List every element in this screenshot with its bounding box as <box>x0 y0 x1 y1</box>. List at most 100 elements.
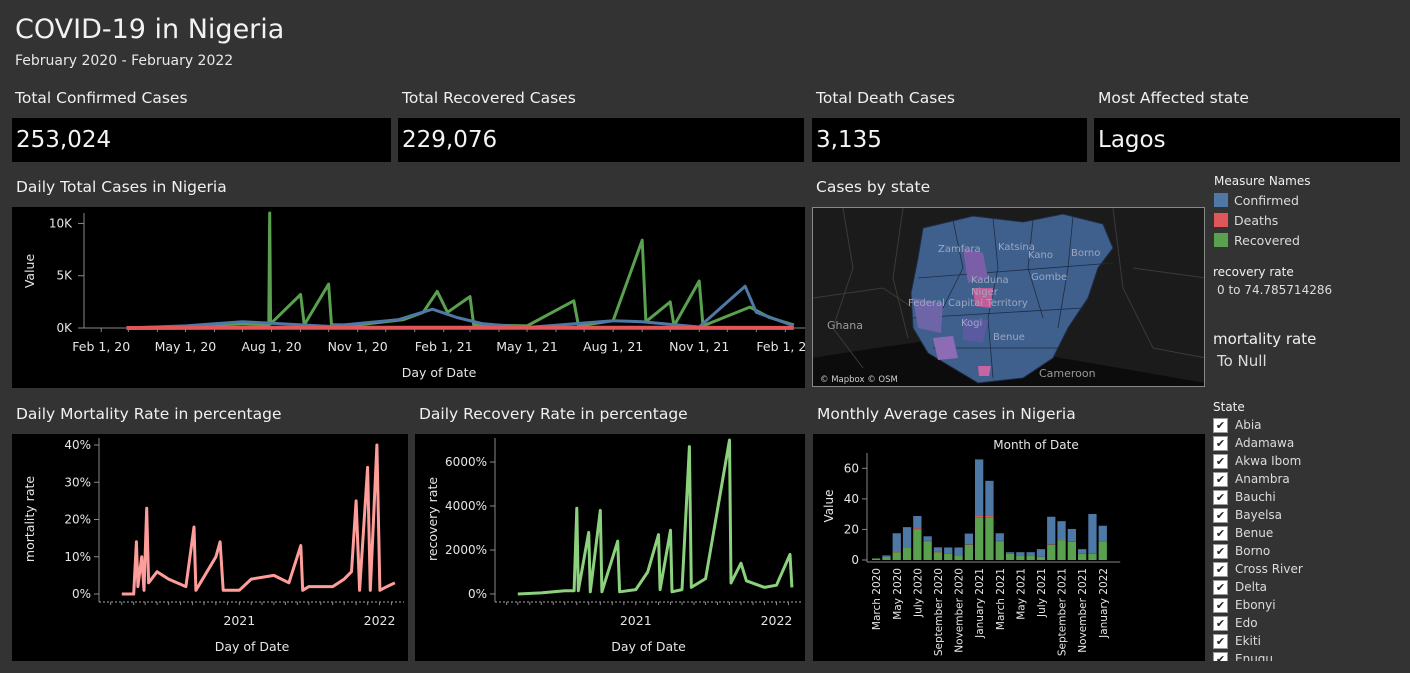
recovery-rate-range[interactable]: 0 to 74.785714286 <box>1217 283 1332 297</box>
daily-total-panel[interactable]: 0K 5K 10K Feb 1, 20 May 1, 20 Aug 1, 20 Nov 1,… <box>12 207 814 388</box>
bar-confirmed <box>902 527 912 548</box>
bar-confirmed <box>1026 552 1035 556</box>
x-tick-label: Feb 1, 20 <box>72 339 130 354</box>
state-filter-item[interactable]: ✔ Borno <box>1213 542 1403 560</box>
legend-item-confirmed[interactable]: Confirmed <box>1214 190 1404 210</box>
map-canvas[interactable]: Zamfara Katsina Kano Borno Gombe Kaduna … <box>813 208 1205 387</box>
x-tick-label: January 2021 <box>974 568 986 639</box>
state-filter-item[interactable]: ✔ Bayelsa <box>1213 506 1403 524</box>
checkbox-checked-icon[interactable]: ✔ <box>1213 489 1228 505</box>
x-tick-label: March 2021 <box>995 568 1007 630</box>
x-tick-label: Feb 1, 22 <box>756 339 805 354</box>
map-attribution[interactable]: © Mapbox © OSM <box>820 375 898 385</box>
bar-recovered <box>985 517 994 560</box>
bar-confirmed <box>892 533 901 552</box>
checkbox-checked-icon[interactable]: ✔ <box>1213 579 1228 595</box>
state-filter-item[interactable]: ✔ Cross River <box>1213 560 1403 578</box>
state-filter-label: Enugu <box>1235 652 1274 661</box>
y-tick-label: 4000% <box>445 499 487 513</box>
map-label: Kaduna <box>971 275 1009 286</box>
x-axis-title: Day of Date <box>611 639 686 654</box>
state-filter-label: Edo <box>1235 616 1258 630</box>
monthly-chart[interactable]: Month of Date Value 0 20 40 60 March 2020 May 2… <box>813 434 1205 661</box>
bar-recovered <box>1057 540 1066 560</box>
checkbox-checked-icon[interactable]: ✔ <box>1213 633 1228 649</box>
y-axis-title: mortality rate <box>22 476 37 562</box>
map-label: Borno <box>1071 248 1100 259</box>
kpi-most-affected-value[interactable]: Lagos <box>1094 118 1400 162</box>
map-label: Gombe <box>1031 272 1067 283</box>
legend-label: Recovered <box>1234 232 1300 248</box>
daily-total-chart[interactable]: 0K 5K 10K Feb 1, 20 May 1, 20 Aug 1, 20 Nov 1,… <box>12 207 814 388</box>
recovery-chart[interactable]: 0% 2000% 4000% 6000% 2021 2022 Day of Date reco… <box>415 434 805 661</box>
series-line <box>517 438 794 596</box>
legend-item-deaths[interactable]: Deaths <box>1214 210 1404 230</box>
state-filter-label: Ebonyi <box>1235 598 1276 612</box>
state-filter-item[interactable]: ✔ Akwa Ibom <box>1213 452 1403 470</box>
bar-recovered <box>902 547 912 560</box>
mortality-chart[interactable]: 0% 10% 20% 30% 40% 2021 2022 Day of Date mortali… <box>12 434 408 661</box>
x-tick-label: May 1, 21 <box>496 339 558 354</box>
x-tick-label: Aug 1, 21 <box>583 339 643 354</box>
state-filter-item[interactable]: ✔ Anambra <box>1213 470 1403 488</box>
map-label: Benue <box>993 332 1025 343</box>
monthly-panel[interactable]: Month of Date Value 0 20 40 60 March 2020 May 2… <box>813 434 1205 661</box>
state-filter-item[interactable]: ✔ Enugu <box>1213 650 1403 661</box>
bar-confirmed <box>975 459 984 516</box>
kpi-confirmed-value[interactable]: 253,024 <box>12 118 391 162</box>
state-filter-item[interactable]: ✔ Benue <box>1213 524 1403 542</box>
state-filter-item[interactable]: ✔ Bauchi <box>1213 488 1403 506</box>
legend-item-recovered[interactable]: Recovered <box>1214 230 1404 250</box>
bar-deaths <box>913 528 922 530</box>
checkbox-checked-icon[interactable]: ✔ <box>1213 597 1228 613</box>
kpi-recovered-value[interactable]: 229,076 <box>398 118 804 162</box>
x-tick-label: November 2020 <box>954 568 966 653</box>
map-label: Kano <box>1028 250 1053 261</box>
state-filter-item[interactable]: ✔ Ebonyi <box>1213 596 1403 614</box>
recovery-panel[interactable]: 0% 2000% 4000% 6000% 2021 2022 Day of Date reco… <box>415 434 805 661</box>
bar-confirmed <box>944 547 953 554</box>
state-filter-item[interactable]: ✔ Abia <box>1213 416 1403 434</box>
checkbox-checked-icon[interactable]: ✔ <box>1213 453 1228 469</box>
legend-title: Measure Names <box>1214 174 1311 188</box>
bar-confirmed <box>1088 513 1097 554</box>
state-filter-item[interactable]: ✔ Adamawa <box>1213 434 1403 452</box>
checkbox-checked-icon[interactable]: ✔ <box>1213 525 1228 541</box>
state-filter-label: Bayelsa <box>1235 508 1283 522</box>
state-filter-list[interactable]: ✔ Abia ✔ Adamawa ✔ Akwa Ibom ✔ Anambra ✔ Bauchi ✔ B… <box>1213 416 1403 661</box>
kpi-deaths-value[interactable]: 3,135 <box>812 118 1087 162</box>
checkbox-checked-icon[interactable]: ✔ <box>1213 543 1228 559</box>
state-filter-item[interactable]: ✔ Ekiti <box>1213 632 1403 650</box>
bar-recovered <box>1047 544 1056 560</box>
x-tick-label: November 2021 <box>1077 568 1089 653</box>
y-tick-label: 30% <box>64 475 91 489</box>
bar-deaths <box>902 547 912 548</box>
checkbox-checked-icon[interactable]: ✔ <box>1213 435 1228 451</box>
state-filter-label: Ekiti <box>1235 634 1261 648</box>
bar-recovered <box>1088 553 1097 560</box>
checkbox-checked-icon[interactable]: ✔ <box>1213 471 1228 487</box>
bar-confirmed <box>923 536 932 541</box>
state-filter-label: Anambra <box>1235 472 1290 486</box>
bar-deaths <box>892 551 901 553</box>
state-filter-item[interactable]: ✔ Edo <box>1213 614 1403 632</box>
checkbox-checked-icon[interactable]: ✔ <box>1213 507 1228 523</box>
state-filter-item[interactable]: ✔ Delta <box>1213 578 1403 596</box>
y-tick-label: 5K <box>56 269 73 283</box>
bar-recovered <box>1098 541 1107 560</box>
recovery-title: Daily Recovery Rate in percentage <box>419 405 688 423</box>
y-axis-title: recovery rate <box>425 477 440 561</box>
x-tick-label: Nov 1, 20 <box>328 339 388 354</box>
checkbox-checked-icon[interactable]: ✔ <box>1213 417 1228 433</box>
measure-legend: Measure Names Confirmed Deaths Recovered <box>1214 174 1404 250</box>
mortality-panel[interactable]: 0% 10% 20% 30% 40% 2021 2022 Day of Date mortali… <box>12 434 408 661</box>
bar-confirmed <box>1098 525 1107 542</box>
legend-label: Deaths <box>1234 212 1279 228</box>
checkbox-checked-icon[interactable]: ✔ <box>1213 651 1228 661</box>
mortality-rate-range[interactable]: To Null <box>1217 352 1267 370</box>
x-tick-label: May 2020 <box>892 568 904 620</box>
checkbox-checked-icon[interactable]: ✔ <box>1213 615 1228 631</box>
checkbox-checked-icon[interactable]: ✔ <box>1213 561 1228 577</box>
map-label: Ghana <box>827 319 863 332</box>
cases-map[interactable]: Zamfara Katsina Kano Borno Gombe Kaduna … <box>812 207 1205 387</box>
